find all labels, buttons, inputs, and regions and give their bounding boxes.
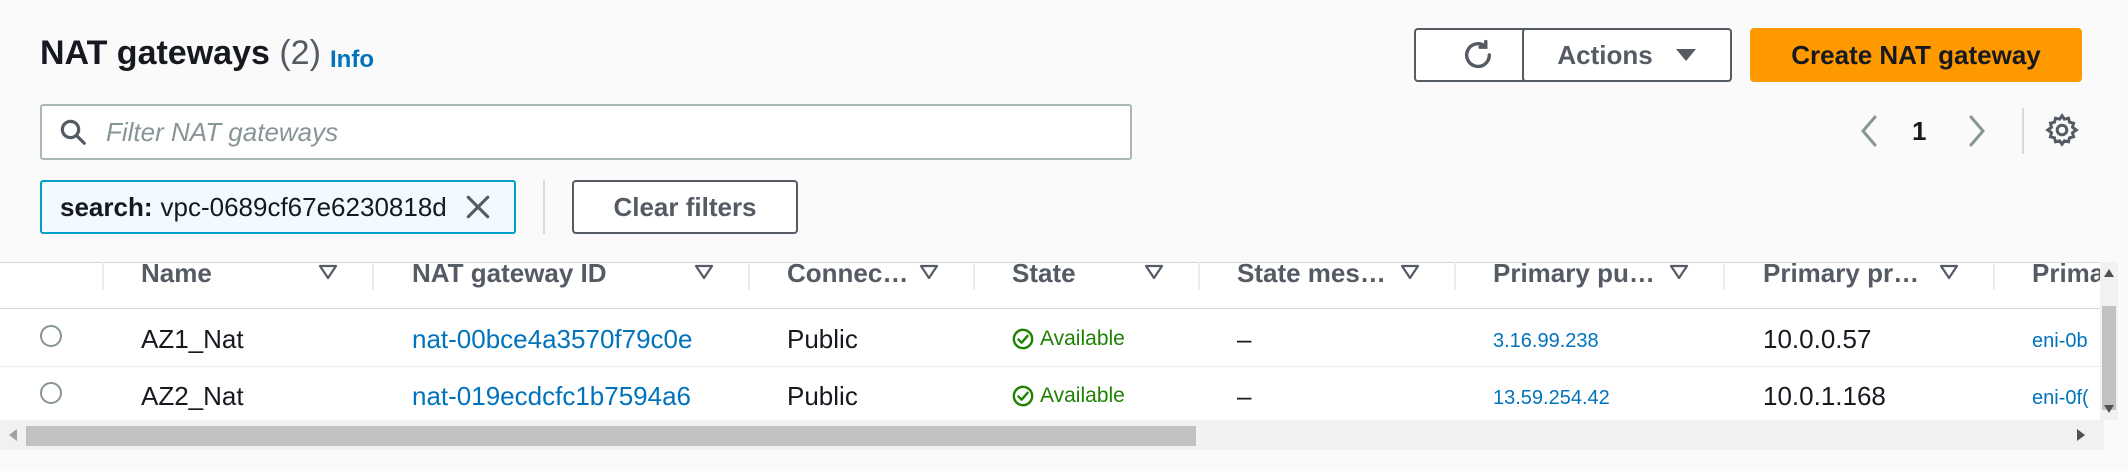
column-header-nat-gateway-id[interactable]: NAT gateway ID [412, 258, 607, 289]
caret-down-icon [1675, 49, 1696, 61]
pager-divider [2022, 108, 2024, 154]
row-select-radio[interactable] [40, 382, 62, 404]
current-page-number[interactable]: 1 [1912, 116, 1926, 147]
column-separator [372, 262, 374, 290]
page-title-text: NAT gateways [40, 34, 270, 72]
cell-private-ip: 10.0.1.168 [1763, 381, 1886, 411]
sort-icon[interactable] [1669, 264, 1689, 280]
column-separator [748, 262, 750, 290]
sort-icon[interactable] [694, 264, 714, 280]
check-circle-icon [1012, 328, 1034, 350]
column-separator [1198, 262, 1200, 290]
status-badge: Available [1012, 327, 1125, 351]
column-header-primary-network-interface[interactable]: Prima [2032, 258, 2104, 289]
filter-token: search: vpc-0689cf67e6230818d [40, 180, 516, 234]
refresh-icon [1464, 39, 1492, 69]
cell-name: AZ1_Nat [141, 324, 244, 354]
filter-token-value: vpc-0689cf67e6230818d [160, 191, 447, 222]
column-header-state-message[interactable]: State mes… [1237, 258, 1386, 289]
column-header-primary-private-ip[interactable]: Primary pr… [1763, 258, 1919, 289]
search-icon [60, 119, 86, 145]
page-title: NAT gateways (2) [40, 34, 321, 73]
status-text: Available [1040, 327, 1125, 350]
next-page-icon[interactable] [1966, 114, 1988, 148]
column-header-connectivity[interactable]: Connec… [787, 258, 908, 289]
status-badge: Available [1012, 384, 1125, 408]
vertical-scrollbar-thumb[interactable] [2102, 306, 2116, 410]
header-row-border [0, 308, 2104, 309]
column-separator [973, 262, 975, 290]
cell-connectivity: Public [787, 324, 858, 354]
column-header-name[interactable]: Name [141, 258, 212, 289]
search-input[interactable]: Filter NAT gateways [40, 104, 1132, 160]
scroll-right-arrow-icon[interactable] [2076, 428, 2086, 442]
column-header-primary-public-ip[interactable]: Primary pu… [1493, 258, 1655, 289]
cell-state-message: – [1237, 324, 1252, 354]
cell-network-interface-link[interactable]: eni-0f( [2032, 387, 2089, 410]
create-nat-gateway-button[interactable]: Create NAT gateway [1750, 28, 2082, 82]
scroll-down-arrow-icon[interactable] [2103, 404, 2115, 414]
sort-icon[interactable] [318, 264, 338, 280]
close-icon[interactable] [465, 194, 491, 220]
search-placeholder: Filter NAT gateways [106, 116, 339, 147]
filter-token-key: search: [60, 191, 153, 222]
clear-filters-button[interactable]: Clear filters [572, 180, 798, 234]
scroll-left-arrow-icon[interactable] [8, 428, 18, 442]
column-separator [1454, 262, 1456, 290]
status-text: Available [1040, 384, 1125, 407]
resource-count: (2) [279, 34, 321, 72]
column-separator [1723, 262, 1725, 290]
cell-private-ip: 10.0.0.57 [1763, 324, 1872, 354]
filter-divider [543, 180, 545, 234]
row-border [0, 366, 2104, 367]
settings-gear-icon[interactable] [2044, 112, 2080, 148]
column-header-state[interactable]: State [1012, 258, 1076, 289]
cell-network-interface-link[interactable]: eni-0b [2032, 330, 2088, 353]
sort-icon[interactable] [919, 264, 939, 280]
cell-connectivity: Public [787, 381, 858, 411]
actions-button[interactable]: Actions [1522, 28, 1732, 82]
cell-nat-gateway-id-link[interactable]: nat-019ecdcfc1b7594a6 [412, 381, 691, 412]
column-separator [102, 262, 104, 290]
check-circle-icon [1012, 385, 1034, 407]
actions-label: Actions [1557, 39, 1653, 70]
sort-icon[interactable] [1939, 264, 1959, 280]
row-select-radio[interactable] [40, 325, 62, 347]
horizontal-scrollbar-thumb[interactable] [26, 426, 1196, 446]
cell-state-message: – [1237, 381, 1252, 411]
cell-public-ip-link[interactable]: 3.16.99.238 [1493, 330, 1599, 353]
cell-public-ip-link[interactable]: 13.59.254.42 [1493, 387, 1610, 410]
previous-page-icon[interactable] [1858, 114, 1880, 148]
scroll-up-arrow-icon[interactable] [2103, 268, 2115, 278]
sort-icon[interactable] [1400, 264, 1420, 280]
info-link[interactable]: Info [330, 46, 374, 74]
sort-icon[interactable] [1144, 264, 1164, 280]
cell-name: AZ2_Nat [141, 381, 244, 411]
cell-nat-gateway-id-link[interactable]: nat-00bce4a3570f79c0e [412, 324, 692, 355]
column-separator [1993, 262, 1995, 290]
